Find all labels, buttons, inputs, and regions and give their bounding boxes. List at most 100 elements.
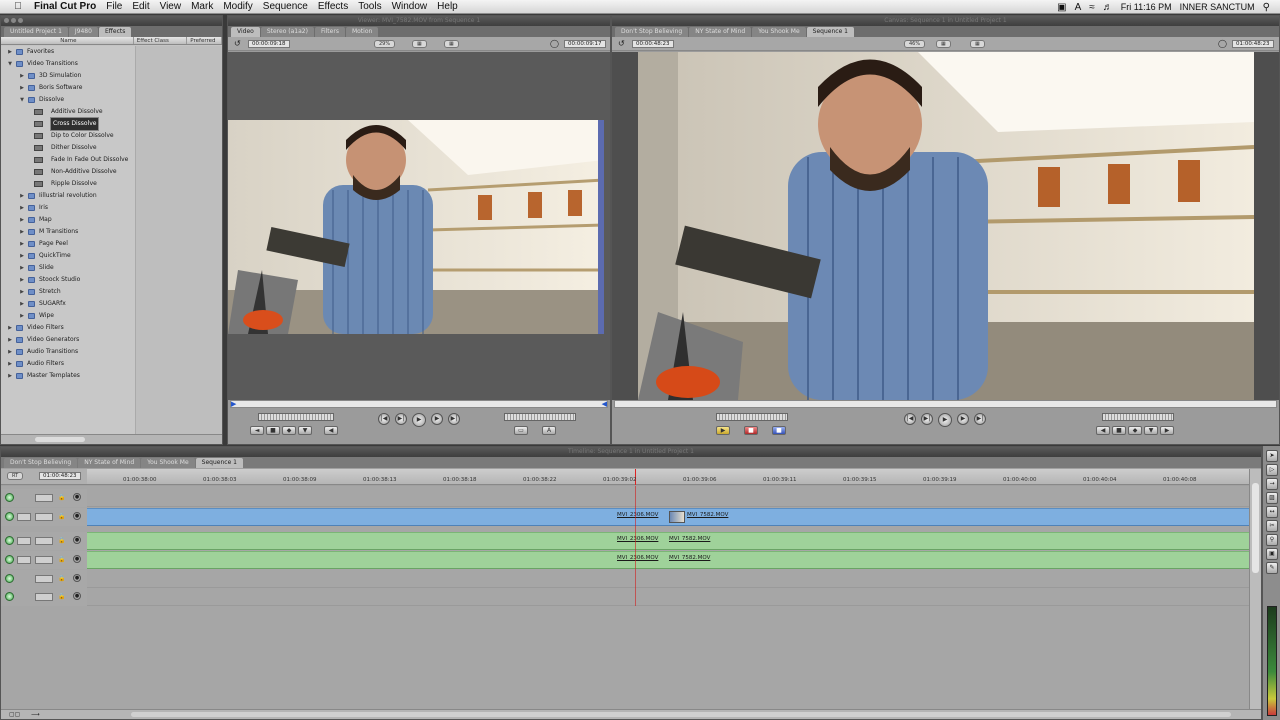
disclosure-triangle-icon[interactable]: ▶ xyxy=(19,70,25,82)
effect-folder[interactable]: ▶ Slide xyxy=(1,262,135,274)
menu-window[interactable]: Window xyxy=(392,1,428,12)
disclosure-triangle-icon[interactable]: ▶ xyxy=(7,334,13,346)
edit-select-tool-icon[interactable]: ▷ xyxy=(1266,464,1278,476)
crop-tool-icon[interactable]: ▣ xyxy=(1266,548,1278,560)
source-patch[interactable] xyxy=(17,513,31,521)
tab-j9480[interactable]: J9480 xyxy=(68,27,98,37)
timeline-ruler[interactable]: 01:00:38:00 01:00:38:03 01:00:38:09 01:00:3… xyxy=(87,469,1249,485)
spotlight-icon[interactable]: ⚲ xyxy=(1263,2,1270,13)
effect-item[interactable]: Additive Dissolve xyxy=(1,106,135,118)
tl-tab-ny-state-of-mind[interactable]: NY State of Mind xyxy=(78,458,141,468)
track-name[interactable] xyxy=(35,575,53,583)
scroll-thumb[interactable] xyxy=(35,437,85,442)
loop-icon[interactable]: ↺ xyxy=(618,39,625,48)
tab-stereo[interactable]: Stereo (a1a2) xyxy=(260,27,314,37)
effect-folder[interactable]: ▶ Iillustrial revolution xyxy=(1,190,135,202)
track-lane-a4[interactable] xyxy=(87,588,1249,606)
tab-sequence-1[interactable]: Sequence 1 xyxy=(806,27,854,37)
track-lane-v1[interactable]: MVI_2306.MOV MVI_7582.MOV xyxy=(87,508,1249,526)
track-name[interactable] xyxy=(35,494,53,502)
razor-tool-icon[interactable]: ✂ xyxy=(1266,520,1278,532)
timeline-vertical-scrollbar[interactable] xyxy=(1249,469,1261,709)
viewer-recent-clips-button[interactable]: A xyxy=(542,426,556,435)
adobe-icon[interactable]: A xyxy=(1075,2,1082,13)
effect-item[interactable]: Fade In Fade Out Dissolve xyxy=(1,154,135,166)
disclosure-triangle-icon[interactable]: ▶ xyxy=(19,286,25,298)
auto-select-icon[interactable]: ● xyxy=(73,592,81,600)
effect-folder[interactable]: ▶ SUGARfx xyxy=(1,298,135,310)
user-menu[interactable]: INNER SANCTUM xyxy=(1180,2,1255,12)
tl-tab-sequence-1[interactable]: Sequence 1 xyxy=(195,458,243,468)
track-lane-a2[interactable]: MVI_2306.MOV MVI_7582.MOV xyxy=(87,551,1249,569)
lock-icon[interactable]: 🔒 xyxy=(58,513,65,520)
track-lane-a1[interactable]: MVI_2306.MOV MVI_7582.MOV xyxy=(87,532,1249,550)
replace-edit-button[interactable]: ■ xyxy=(772,426,786,435)
track-name[interactable] xyxy=(35,513,53,521)
effect-folder[interactable]: ▼ Video Transitions xyxy=(1,58,135,70)
timeline-zoom-bar[interactable]: ▢▢ ⟶ xyxy=(1,709,1261,719)
viewer-current-timecode[interactable]: 00:00:09:17 xyxy=(564,40,606,48)
lock-icon[interactable]: 🔒 xyxy=(58,593,65,600)
camera-icon[interactable]: ▣ xyxy=(1057,2,1066,13)
timeline-current-timecode[interactable]: 01:00:48:23 xyxy=(39,472,81,480)
source-patch[interactable] xyxy=(17,537,31,545)
track-name[interactable] xyxy=(35,593,53,601)
track-height-icon[interactable]: ▢▢ xyxy=(9,711,20,718)
clip-label[interactable]: MVI_7582.MOV xyxy=(669,555,710,561)
clip-label[interactable]: MVI_2306.MOV xyxy=(617,555,658,561)
track-visibility-icon[interactable] xyxy=(5,512,14,521)
menu-clock[interactable]: Fri 11:16 PM xyxy=(1121,2,1172,12)
play-in-out-button[interactable]: ▶| xyxy=(395,413,407,425)
viewer-mark-in-out-button[interactable]: ▭ xyxy=(514,426,528,435)
disclosure-triangle-icon[interactable]: ▶ xyxy=(7,370,13,382)
track-select-tool-icon[interactable]: → xyxy=(1266,478,1278,490)
clip-label[interactable]: MVI_2306.MOV xyxy=(617,536,658,542)
tl-tab-dont-stop-believing[interactable]: Don't Stop Believing xyxy=(4,458,78,468)
viewer-shuttle-control[interactable] xyxy=(258,413,334,421)
canvas-shuttle-control[interactable] xyxy=(716,413,788,421)
effect-folder[interactable]: ▼ Dissolve xyxy=(1,94,135,106)
canvas-jog-control[interactable] xyxy=(1102,413,1174,421)
clip-overlay-icon[interactable]: ⟶ xyxy=(31,711,40,718)
tab-video[interactable]: Video xyxy=(231,27,260,37)
canvas-play-in-out-button[interactable]: ▶| xyxy=(921,413,933,425)
canvas-prev-edit-button[interactable]: |◀ xyxy=(904,413,916,425)
apple-icon[interactable]:  xyxy=(10,1,26,12)
disclosure-triangle-icon[interactable]: ▶ xyxy=(19,238,25,250)
viewer-scrubber[interactable]: ▶ ◀ xyxy=(230,400,608,408)
track-name[interactable] xyxy=(35,537,53,545)
effect-folder[interactable]: ▶ Video Generators xyxy=(1,334,135,346)
next-edit-button[interactable]: ▶| xyxy=(448,413,460,425)
menu-tools[interactable]: Tools xyxy=(358,1,381,12)
canvas-add-keyframe-button[interactable]: ◆ xyxy=(1128,426,1142,435)
lock-icon[interactable]: 🔒 xyxy=(58,537,65,544)
track-lane-a3[interactable] xyxy=(87,570,1249,588)
disclosure-triangle-icon[interactable]: ▼ xyxy=(19,94,25,106)
auto-select-icon[interactable]: ● xyxy=(73,574,81,582)
close-dot[interactable] xyxy=(4,18,9,23)
clip-label[interactable]: MVI_2306.MOV xyxy=(617,512,658,518)
menu-file[interactable]: File xyxy=(106,1,122,12)
menu-sequence[interactable]: Sequence xyxy=(263,1,308,12)
play-around-button[interactable]: ▶ xyxy=(431,413,443,425)
auto-select-icon[interactable]: ● xyxy=(73,512,81,520)
effect-folder[interactable]: ▶ M Transitions xyxy=(1,226,135,238)
view-mode-popup[interactable]: ▦ xyxy=(412,40,427,48)
roll-tool-icon[interactable]: ▨ xyxy=(1266,492,1278,504)
track-name[interactable] xyxy=(35,556,53,564)
menu-edit[interactable]: Edit xyxy=(132,1,149,12)
effect-item[interactable]: Ripple Dissolve xyxy=(1,178,135,190)
menu-mark[interactable]: Mark xyxy=(191,1,213,12)
overwrite-edit-button[interactable]: ■ xyxy=(744,426,758,435)
canvas-next-edit-button[interactable]: ▶| xyxy=(974,413,986,425)
effect-folder[interactable]: ▶ Audio Filters xyxy=(1,358,135,370)
viewer-play-button[interactable]: ▶ xyxy=(412,413,426,427)
menu-effects[interactable]: Effects xyxy=(318,1,348,12)
canvas-mark-in-button[interactable]: ◀ xyxy=(1096,426,1110,435)
column-name[interactable]: Name xyxy=(1,37,134,44)
disclosure-triangle-icon[interactable]: ▶ xyxy=(19,202,25,214)
effect-item[interactable]: Cross Dissolve xyxy=(1,117,135,131)
insert-edit-button[interactable]: ▶ xyxy=(716,426,730,435)
track-visibility-icon[interactable] xyxy=(5,592,14,601)
zoom-tool-icon[interactable]: ⚲ xyxy=(1266,534,1278,546)
